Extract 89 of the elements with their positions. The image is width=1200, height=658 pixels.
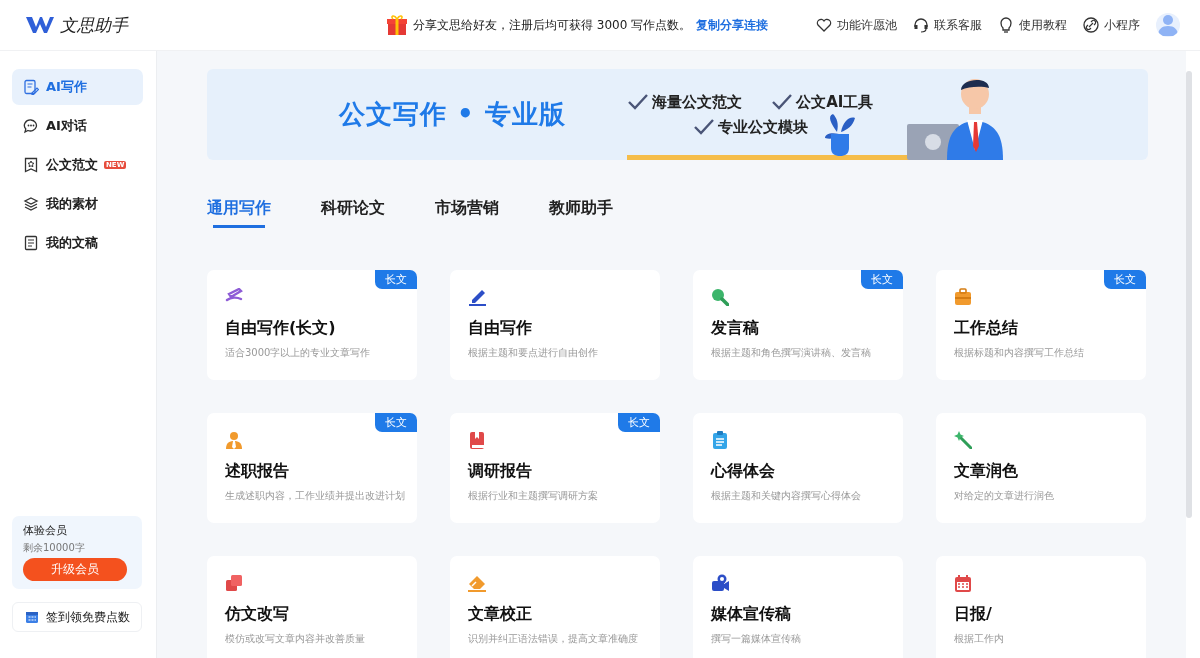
card-title: 自由写作(长文) [225, 318, 337, 339]
checkin-button[interactable]: 签到领免费点数 [12, 602, 142, 632]
avatar-icon[interactable] [1156, 13, 1180, 37]
tool-card[interactable]: 心得体会 根据主题和关键内容撰写心得体会 [693, 413, 903, 523]
magnifier-icon [711, 288, 729, 306]
card-description: 生成述职内容，工作业绩并提出改进计划 [225, 489, 406, 503]
tool-card[interactable]: 自由写作 根据主题和要点进行自由创作 [450, 270, 660, 380]
long-text-badge: 长文 [375, 413, 417, 432]
layers-icon [23, 196, 39, 212]
card-title: 述职报告 [225, 461, 290, 482]
category-tab[interactable]: 通用写作 [207, 192, 271, 228]
card-description: 根据标题和内容撰写工作总结 [954, 346, 1085, 360]
nav-link[interactable]: 联系客服 [913, 16, 982, 34]
category-tab[interactable]: 教师助手 [549, 192, 613, 228]
card-description: 根据主题和关键内容撰写心得体会 [711, 489, 862, 503]
logo-text: 文思助手 [60, 13, 128, 37]
card-title: 工作总结 [954, 318, 1019, 339]
video-camera-icon [711, 574, 729, 592]
person-icon [225, 431, 243, 449]
membership-title: 体验会员 [23, 523, 68, 538]
copy-icon [225, 574, 243, 592]
card-description: 识别并纠正语法错误，提高文章准确度 [468, 632, 639, 646]
copy-share-link[interactable]: 复制分享连接 [696, 16, 769, 34]
card-description: 模仿或改写文章内容并改善质量 [225, 632, 366, 646]
card-title: 自由写作 [468, 318, 533, 339]
logo-icon [26, 16, 54, 34]
card-description: 根据行业和主题撰写调研方案 [468, 489, 599, 503]
card-description: 根据工作内 [954, 632, 1005, 646]
bookmark-star-icon [23, 157, 39, 173]
sidebar-item[interactable]: AI对话 [12, 108, 143, 144]
sidebar-item[interactable]: AI写作 [12, 69, 143, 105]
check-icon [628, 94, 649, 110]
calendar-icon [24, 610, 39, 624]
card-title: 心得体会 [711, 461, 776, 482]
nav-link[interactable]: 小程序 [1083, 16, 1140, 34]
tool-card[interactable]: 长文 述职报告 生成述职内容，工作业绩并提出改进计划 [207, 413, 417, 523]
document-pencil-icon [23, 79, 39, 95]
gift-icon [386, 14, 408, 36]
banner-title: 公文写作 • 专业版 [339, 98, 566, 131]
card-title: 媒体宣传稿 [711, 604, 792, 625]
feature-text: 公文AI工具 [796, 92, 874, 112]
category-tab[interactable]: 科研论文 [321, 192, 385, 228]
link-icon [1083, 17, 1099, 33]
promo-text: 分享文思给好友，注册后均可获得 3000 写作点数。 [413, 16, 692, 34]
sidebar-item[interactable]: 我的素材 [12, 186, 143, 222]
card-description: 根据主题和要点进行自由创作 [468, 346, 599, 360]
tool-card[interactable]: 长文 发言稿 根据主题和角色撰写演讲稿、发言稿 [693, 270, 903, 380]
check-icon [772, 94, 793, 110]
card-title: 仿文改写 [225, 604, 290, 625]
card-title: 调研报告 [468, 461, 533, 482]
feature-text: 专业公文模块 [717, 117, 808, 137]
feature-text: 海量公文范文 [652, 92, 743, 112]
eraser-icon [468, 574, 486, 592]
pen-icon [468, 288, 486, 306]
card-description: 根据主题和角色撰写演讲稿、发言稿 [711, 346, 872, 360]
nav-link[interactable]: 功能许愿池 [816, 16, 897, 34]
chat-icon [23, 118, 39, 134]
category-tab[interactable]: 市场营销 [435, 192, 499, 228]
tool-card[interactable]: 长文 工作总结 根据标题和内容撰写工作总结 [936, 270, 1146, 380]
book-icon [468, 431, 486, 449]
calendar-icon [954, 574, 972, 592]
tool-card[interactable]: 日报/ 根据工作内 [936, 556, 1146, 658]
card-description: 适合3000字以上的专业文章写作 [225, 346, 372, 360]
tool-card[interactable]: 文章润色 对给定的文章进行润色 [936, 413, 1146, 523]
card-title: 文章校正 [468, 604, 533, 625]
tool-card[interactable]: 文章校正 识别并纠正语法错误，提高文章准确度 [450, 556, 660, 658]
long-text-badge: 长文 [375, 270, 417, 289]
long-text-badge: 长文 [618, 413, 660, 432]
heart-icon [816, 17, 832, 33]
tool-card[interactable]: 仿文改写 模仿或改写文章内容并改善质量 [207, 556, 417, 658]
document-icon [23, 235, 39, 251]
card-description: 对给定的文章进行润色 [954, 489, 1055, 503]
scrollbar[interactable] [1186, 71, 1192, 518]
check-icon [693, 119, 714, 135]
magic-wand-icon [954, 431, 972, 449]
lightbulb-icon [998, 17, 1014, 33]
tool-card[interactable]: 长文 调研报告 根据行业和主题撰写调研方案 [450, 413, 660, 523]
briefcase-icon [954, 288, 972, 306]
card-title: 日报/ [954, 604, 993, 625]
headset-icon [913, 17, 929, 33]
card-title: 文章润色 [954, 461, 1019, 482]
long-text-badge: 长文 [1104, 270, 1146, 289]
tool-card[interactable]: 长文 自由写作(长文) 适合3000字以上的专业文章写作 [207, 270, 417, 380]
sidebar-item[interactable]: 我的文稿 [12, 225, 143, 261]
card-title: 发言稿 [711, 318, 760, 339]
remaining-words: 剩余10000字 [23, 541, 86, 555]
long-text-badge: 长文 [861, 270, 903, 289]
clipboard-icon [711, 431, 729, 449]
nav-link[interactable]: 使用教程 [998, 16, 1067, 34]
